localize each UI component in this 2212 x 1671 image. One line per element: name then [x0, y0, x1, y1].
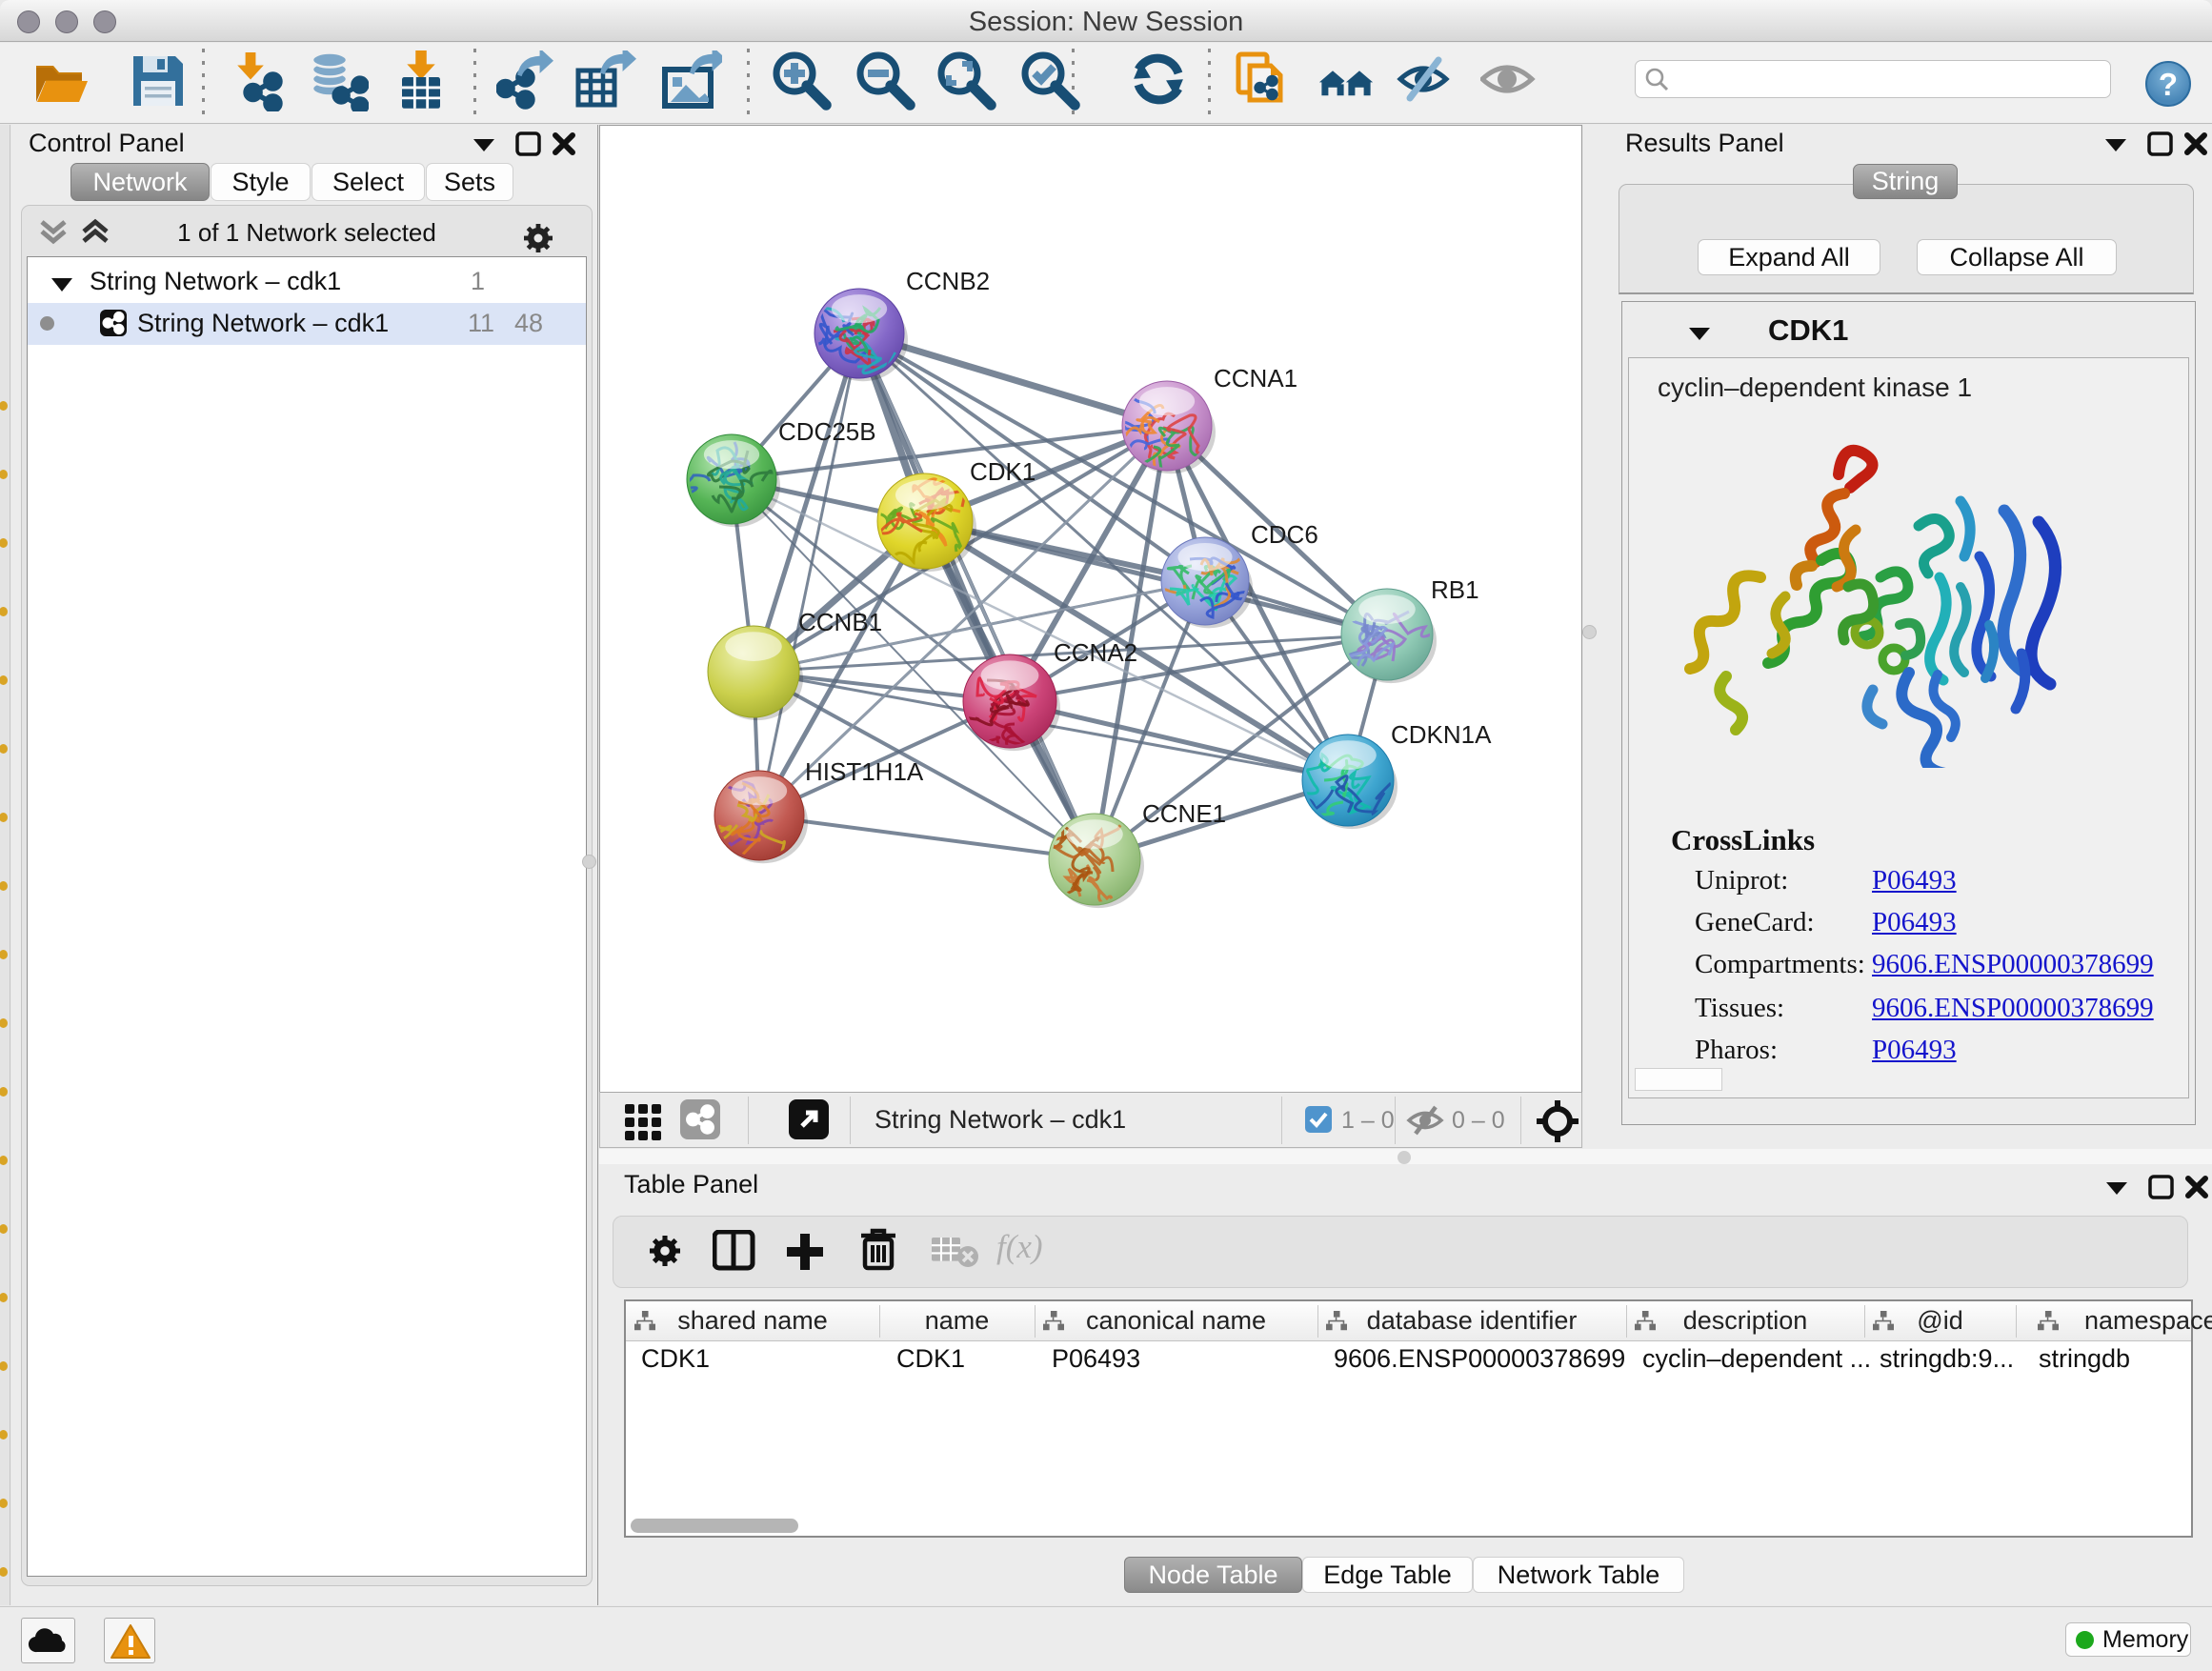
- svg-text:CCNA1: CCNA1: [1214, 364, 1297, 393]
- svg-text:CDC6: CDC6: [1251, 520, 1318, 549]
- svg-text:CCNB1: CCNB1: [798, 608, 882, 636]
- svg-text:CCNA2: CCNA2: [1054, 638, 1137, 667]
- svg-text:CDC25B: CDC25B: [778, 417, 876, 446]
- svg-text:RB1: RB1: [1431, 575, 1479, 604]
- svg-text:CCNB2: CCNB2: [906, 267, 990, 295]
- svg-text:CCNE1: CCNE1: [1142, 799, 1226, 828]
- svg-text:CDKN1A: CDKN1A: [1391, 720, 1492, 749]
- svg-text:CDK1: CDK1: [970, 457, 1036, 486]
- svg-text:HIST1H1A: HIST1H1A: [805, 757, 924, 786]
